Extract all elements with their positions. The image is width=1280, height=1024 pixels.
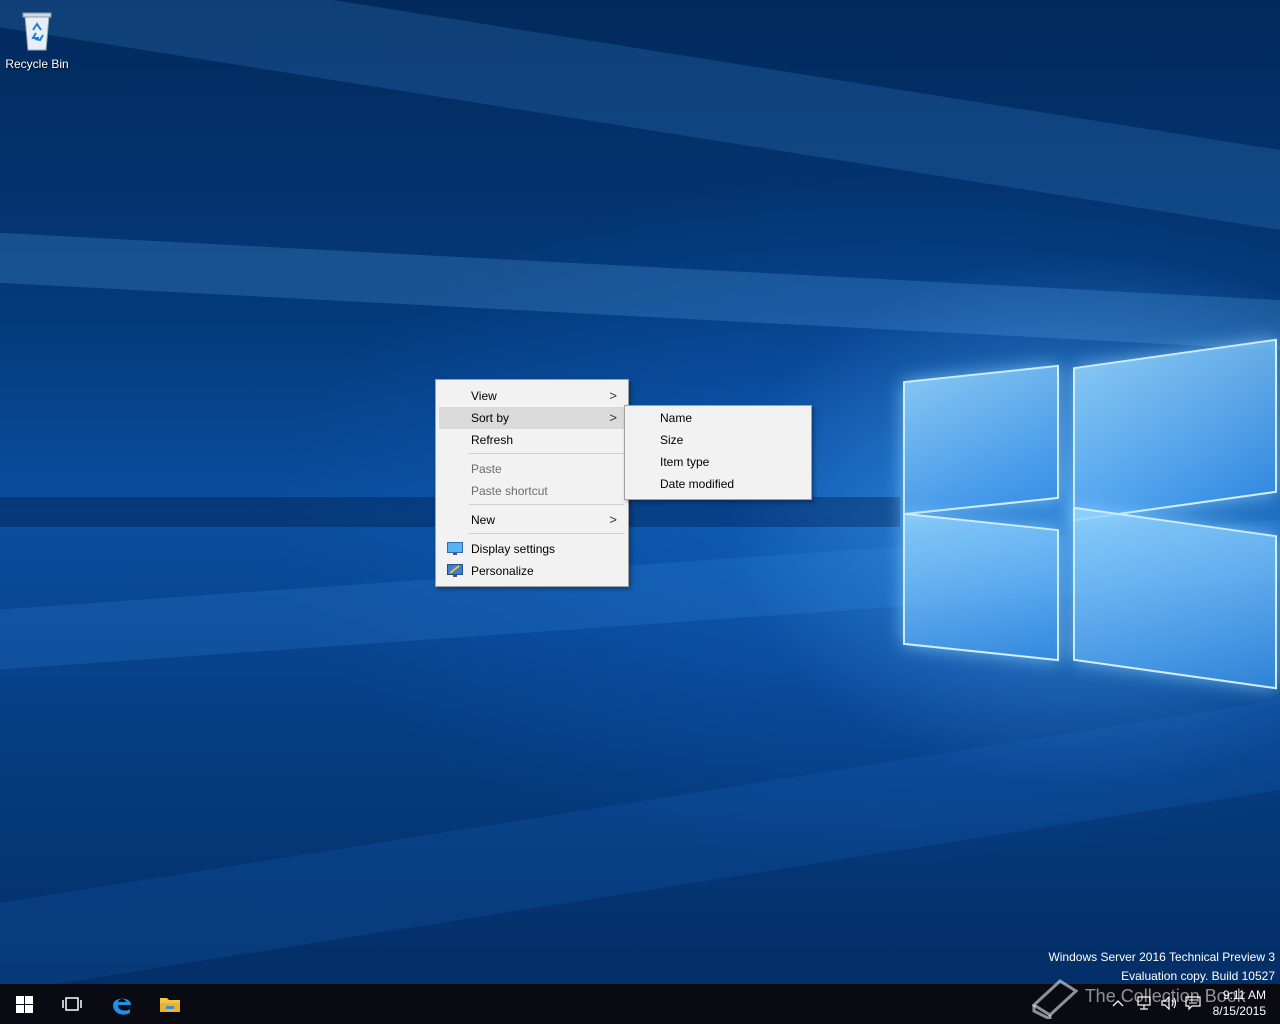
submenu-item-date-modified[interactable]: Date modified [628, 473, 808, 495]
personalize-icon [447, 564, 463, 577]
task-view-button[interactable] [48, 984, 96, 1024]
menu-separator [469, 453, 624, 454]
menu-item-view[interactable]: View > [439, 385, 625, 407]
book-icon [1031, 979, 1079, 1022]
sort-by-submenu: Name Size Item type Date modified [624, 405, 812, 500]
overlay-watermark: The Collection Book [1030, 975, 1246, 1022]
display-settings-icon [447, 542, 463, 555]
edge-button[interactable] [98, 984, 146, 1024]
menu-item-personalize[interactable]: Personalize [439, 560, 625, 582]
menu-item-refresh[interactable]: Refresh [439, 429, 625, 451]
desktop-context-menu: View > Sort by > Refresh Paste Paste sho… [435, 379, 629, 587]
desktop-icon-recycle-bin[interactable]: Recycle Bin [4, 8, 70, 71]
task-view-icon [62, 997, 82, 1011]
submenu-item-item-type[interactable]: Item type [628, 451, 808, 473]
start-button[interactable] [0, 984, 48, 1024]
desktop-icon-label: Recycle Bin [5, 57, 69, 71]
chevron-right-icon: > [609, 512, 617, 527]
file-explorer-button[interactable] [146, 984, 194, 1024]
menu-separator [469, 504, 624, 505]
edge-icon [113, 998, 131, 1015]
start-icon [15, 995, 33, 1013]
light-beam [0, 0, 1280, 231]
menu-item-paste[interactable]: Paste [439, 458, 625, 480]
overlay-watermark-text: The Collection Book [1084, 985, 1246, 1006]
chevron-right-icon: > [609, 388, 617, 403]
menu-item-display-settings[interactable]: Display settings [439, 538, 625, 560]
menu-item-paste-shortcut[interactable]: Paste shortcut [439, 480, 625, 502]
menu-separator [469, 533, 624, 534]
submenu-item-name[interactable]: Name [628, 407, 808, 429]
windows-logo-wallpaper [895, 325, 1280, 705]
edition-watermark: Windows Server 2016 Technical Preview 3 [1048, 950, 1275, 964]
chevron-right-icon: > [609, 410, 617, 425]
menu-item-new[interactable]: New > [439, 509, 625, 531]
menu-item-sort-by[interactable]: Sort by > [439, 407, 625, 429]
file-explorer-icon [160, 998, 180, 1012]
recycle-bin-icon [22, 12, 52, 51]
submenu-item-size[interactable]: Size [628, 429, 808, 451]
light-beam [0, 700, 1280, 993]
